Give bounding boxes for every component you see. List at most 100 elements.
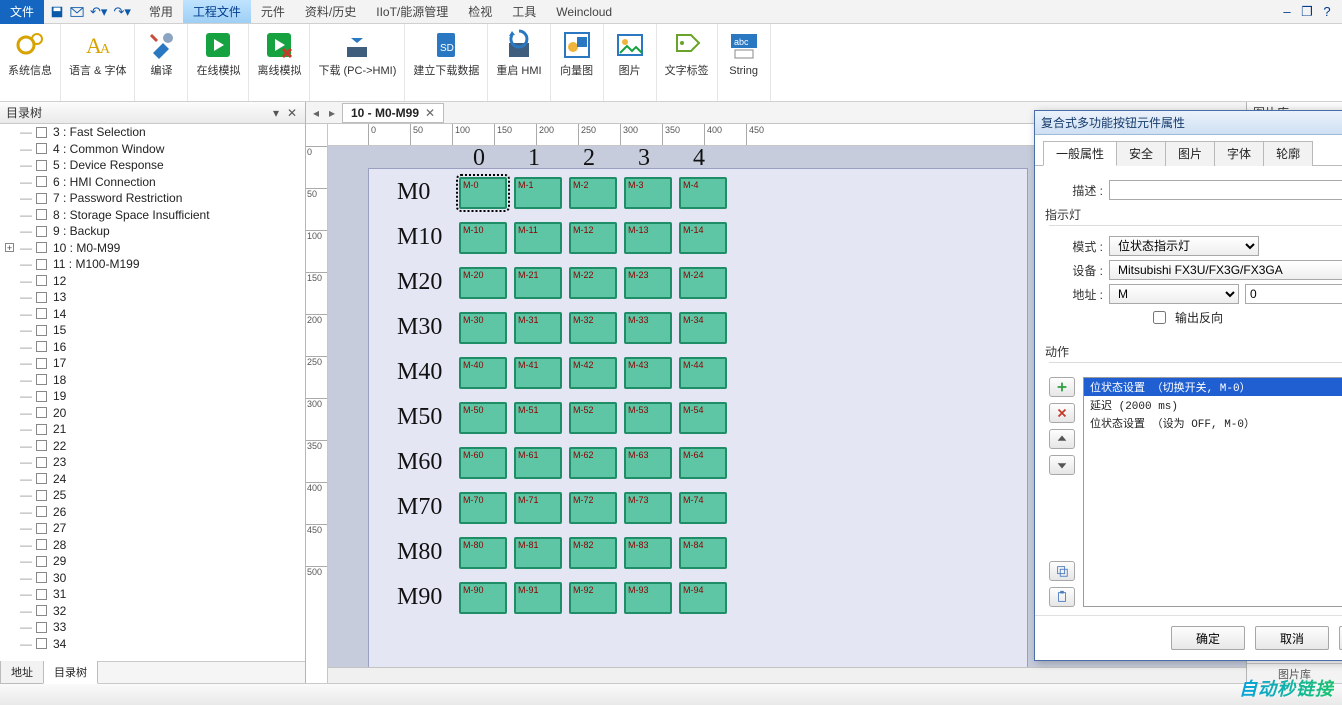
grid-button[interactable]: M-82 <box>569 537 617 569</box>
tree-item[interactable]: —26 <box>0 504 305 521</box>
tree-item[interactable]: —33 <box>0 619 305 636</box>
grid-button[interactable]: M-22 <box>569 267 617 299</box>
grid-button[interactable]: M-52 <box>569 402 617 434</box>
dialog-tab[interactable]: 一般属性 <box>1043 141 1117 166</box>
tree-item[interactable]: —24 <box>0 471 305 488</box>
redo-icon[interactable]: ↷▾ <box>113 4 130 20</box>
grid-button[interactable]: M-73 <box>624 492 672 524</box>
tree-item[interactable]: —27 <box>0 520 305 537</box>
grid-button[interactable]: M-23 <box>624 267 672 299</box>
tree-item[interactable]: —5 : Device Response <box>0 157 305 174</box>
tree-item[interactable]: —30 <box>0 570 305 587</box>
grid-button[interactable]: M-12 <box>569 222 617 254</box>
action-add-icon[interactable] <box>1049 377 1075 397</box>
action-delete-icon[interactable] <box>1049 403 1075 423</box>
dialog-tab[interactable]: 轮廓 <box>1263 141 1313 166</box>
grid-button[interactable]: M-40 <box>459 357 507 389</box>
document-tab[interactable]: 10 - M0-M99 ✕ <box>342 103 444 123</box>
grid-button[interactable]: M-80 <box>459 537 507 569</box>
dialog-titlebar[interactable]: 复合式多功能按钮元件属性 ✕ <box>1035 111 1342 135</box>
grid-button[interactable]: M-53 <box>624 402 672 434</box>
grid-button[interactable]: M-24 <box>679 267 727 299</box>
ribbon-tag[interactable]: 文字标签 <box>657 24 718 101</box>
tree-item[interactable]: —23 <box>0 454 305 471</box>
grid-button[interactable]: M-3 <box>624 177 672 209</box>
menu-component[interactable]: 元件 <box>251 0 295 23</box>
tab-address[interactable]: 地址 <box>0 660 44 684</box>
ribbon-reboot[interactable]: 重启 HMI <box>488 24 550 101</box>
ribbon-aa[interactable]: AA语言 & 字体 <box>61 24 135 101</box>
tree-item[interactable]: —9 : Backup <box>0 223 305 240</box>
tree-item[interactable]: —29 <box>0 553 305 570</box>
grid-button[interactable]: M-50 <box>459 402 507 434</box>
grid-button[interactable]: M-33 <box>624 312 672 344</box>
ribbon-sd[interactable]: SD建立下载数据 <box>405 24 488 101</box>
menu-data[interactable]: 资料/历史 <box>295 0 366 23</box>
action-down-icon[interactable] <box>1049 455 1075 475</box>
tree-item[interactable]: —22 <box>0 438 305 455</box>
dropdown-icon[interactable]: ▾ <box>269 106 283 120</box>
ribbon-play-x[interactable]: 离线模拟 <box>249 24 310 101</box>
menu-iiot[interactable]: IIoT/能源管理 <box>366 0 458 23</box>
grid-button[interactable]: M-63 <box>624 447 672 479</box>
grid-button[interactable]: M-81 <box>514 537 562 569</box>
menu-weincloud[interactable]: Weincloud <box>546 0 622 23</box>
grid-button[interactable]: M-10 <box>459 222 507 254</box>
grid-button[interactable]: M-42 <box>569 357 617 389</box>
tree-item[interactable]: —34 <box>0 636 305 653</box>
grid-button[interactable]: M-0 <box>459 177 507 209</box>
grid-button[interactable]: M-60 <box>459 447 507 479</box>
tree-item[interactable]: —15 <box>0 322 305 339</box>
grid-button[interactable]: M-2 <box>569 177 617 209</box>
grid-button[interactable]: M-30 <box>459 312 507 344</box>
ribbon-abc[interactable]: abcString <box>718 24 771 101</box>
close-icon[interactable]: ✕ <box>285 106 299 120</box>
expand-icon[interactable]: + <box>5 243 14 252</box>
grid-button[interactable]: M-32 <box>569 312 617 344</box>
grid-button[interactable]: M-92 <box>569 582 617 614</box>
grid-button[interactable]: M-21 <box>514 267 562 299</box>
grid-button[interactable]: M-61 <box>514 447 562 479</box>
help-icon[interactable]: ? <box>1320 5 1334 19</box>
grid-button[interactable]: M-54 <box>679 402 727 434</box>
device-select[interactable]: Mitsubishi FX3U/FX3G/FX3GA <box>1109 260 1342 280</box>
addr-type-select[interactable]: M <box>1109 284 1239 304</box>
ribbon-vector[interactable]: 向量图 <box>551 24 604 101</box>
tree-item[interactable]: —21 <box>0 421 305 438</box>
grid-button[interactable]: M-74 <box>679 492 727 524</box>
action-up-icon[interactable] <box>1049 429 1075 449</box>
tree[interactable]: —3 : Fast Selection—4 : Common Window—5 … <box>0 124 305 661</box>
grid-button[interactable]: M-83 <box>624 537 672 569</box>
tree-item[interactable]: —6 : HMI Connection <box>0 174 305 191</box>
grid-button[interactable]: M-62 <box>569 447 617 479</box>
tree-item[interactable]: —4 : Common Window <box>0 141 305 158</box>
tree-item[interactable]: —13 <box>0 289 305 306</box>
ribbon-picture[interactable]: 图片 <box>604 24 657 101</box>
action-copy-icon[interactable] <box>1049 561 1075 581</box>
dialog-tab[interactable]: 字体 <box>1214 141 1264 166</box>
grid-button[interactable]: M-72 <box>569 492 617 524</box>
grid-button[interactable]: M-71 <box>514 492 562 524</box>
minimize-icon[interactable]: – <box>1280 5 1294 19</box>
file-menu[interactable]: 文件 <box>0 0 44 24</box>
tree-item[interactable]: —32 <box>0 603 305 620</box>
grid-button[interactable]: M-43 <box>624 357 672 389</box>
undo-icon[interactable]: ↶▾ <box>90 4 107 20</box>
action-row[interactable]: 延迟 (2000 ms) <box>1084 396 1342 414</box>
ribbon-download[interactable]: 下载 (PC->HMI) <box>310 24 405 101</box>
tab-tree[interactable]: 目录树 <box>43 660 98 684</box>
grid-button[interactable]: M-70 <box>459 492 507 524</box>
horizontal-scrollbar[interactable] <box>328 667 1246 683</box>
desc-input[interactable] <box>1109 180 1342 200</box>
tree-item[interactable]: —19 <box>0 388 305 405</box>
grid-button[interactable]: M-90 <box>459 582 507 614</box>
ribbon-wrench[interactable]: 编译 <box>135 24 188 101</box>
tab-next-icon[interactable]: ▸ <box>324 105 340 121</box>
tree-item[interactable]: —20 <box>0 405 305 422</box>
action-row[interactable]: 位状态设置 （切换开关, M-0） <box>1084 378 1342 396</box>
cancel-button[interactable]: 取消 <box>1255 626 1329 650</box>
save-icon[interactable] <box>50 5 64 19</box>
ribbon-gears[interactable]: 系统信息 <box>0 24 61 101</box>
grid-button[interactable]: M-11 <box>514 222 562 254</box>
ok-button[interactable]: 确定 <box>1171 626 1245 650</box>
